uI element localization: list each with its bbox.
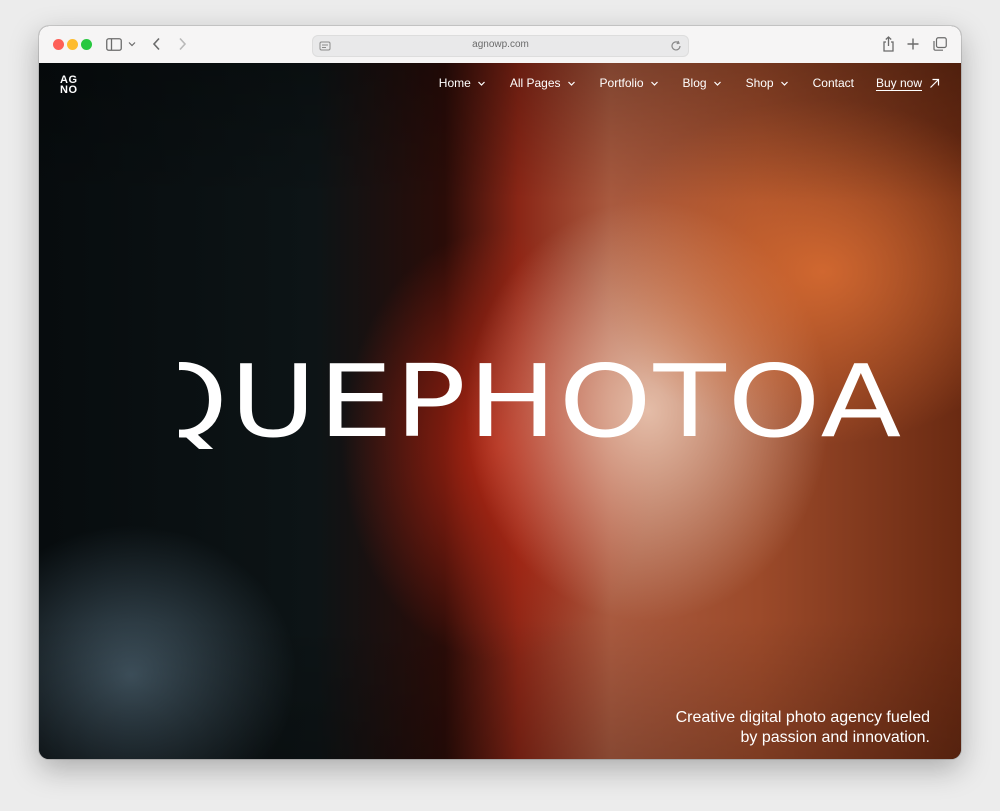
buy-now-link[interactable]: Buy now: [876, 76, 940, 90]
web-page: AG NO Home All Pages Portfolio Blog Shop: [39, 63, 961, 759]
reload-icon[interactable]: [670, 39, 682, 53]
share-icon[interactable]: [881, 35, 895, 53]
browser-window: agnowp.com AG NO Home All Pages Portfoli…: [39, 26, 961, 759]
nav-item-shop[interactable]: Shop: [746, 76, 789, 90]
logo-line-2: NO: [60, 84, 78, 96]
nav-item-label: Home: [438, 76, 471, 90]
zoom-window-button[interactable]: [81, 39, 92, 50]
nav-item-label: Blog: [682, 76, 707, 90]
nav-item-contact[interactable]: Contact: [813, 76, 854, 90]
tabs-overview-icon[interactable]: [932, 35, 948, 53]
nav-item-label: Contact: [812, 76, 854, 90]
minimize-window-button[interactable]: [67, 39, 78, 50]
site-logo[interactable]: AG NO: [60, 75, 78, 96]
plus-icon[interactable]: [906, 35, 920, 53]
nav-item-blog[interactable]: Blog: [683, 76, 722, 90]
chevron-down-icon: [650, 79, 659, 88]
close-window-button[interactable]: [53, 39, 64, 50]
hero-marquee: QUEPHOTOA: [179, 359, 961, 479]
nav-item-portfolio[interactable]: Portfolio: [600, 76, 659, 90]
chevron-down-icon: [567, 79, 576, 88]
tagline-line-2: by passion and innovation.: [740, 729, 930, 746]
chevron-left-icon[interactable]: [149, 35, 163, 53]
address-bar[interactable]: agnowp.com: [312, 35, 689, 57]
chevron-down-icon[interactable]: [127, 35, 137, 53]
nav-item-label: Shop: [745, 76, 774, 90]
browser-toolbar: agnowp.com: [39, 26, 961, 64]
nav-item-label: All Pages: [509, 76, 561, 90]
main-nav: Home All Pages Portfolio Blog Shop Conta…: [415, 76, 940, 90]
chevron-down-icon: [713, 79, 722, 88]
buy-now-label: Buy now: [875, 76, 922, 90]
hero-tagline: Creative digital photo agency fueled by …: [676, 708, 930, 748]
arrow-up-right-icon: [929, 78, 940, 89]
marquee-text: QUEPHOTOA: [179, 359, 904, 460]
nav-item-home[interactable]: Home: [439, 76, 486, 90]
chevron-right-icon[interactable]: [175, 35, 189, 53]
chevron-down-icon: [780, 79, 789, 88]
nav-item-all-pages[interactable]: All Pages: [510, 76, 576, 90]
nav-item-label: Portfolio: [599, 76, 644, 90]
sidebar-icon[interactable]: [106, 35, 122, 53]
tagline-line-1: Creative digital photo agency fueled: [675, 709, 930, 726]
url-text: agnowp.com: [472, 39, 529, 50]
chevron-down-icon: [477, 79, 486, 88]
